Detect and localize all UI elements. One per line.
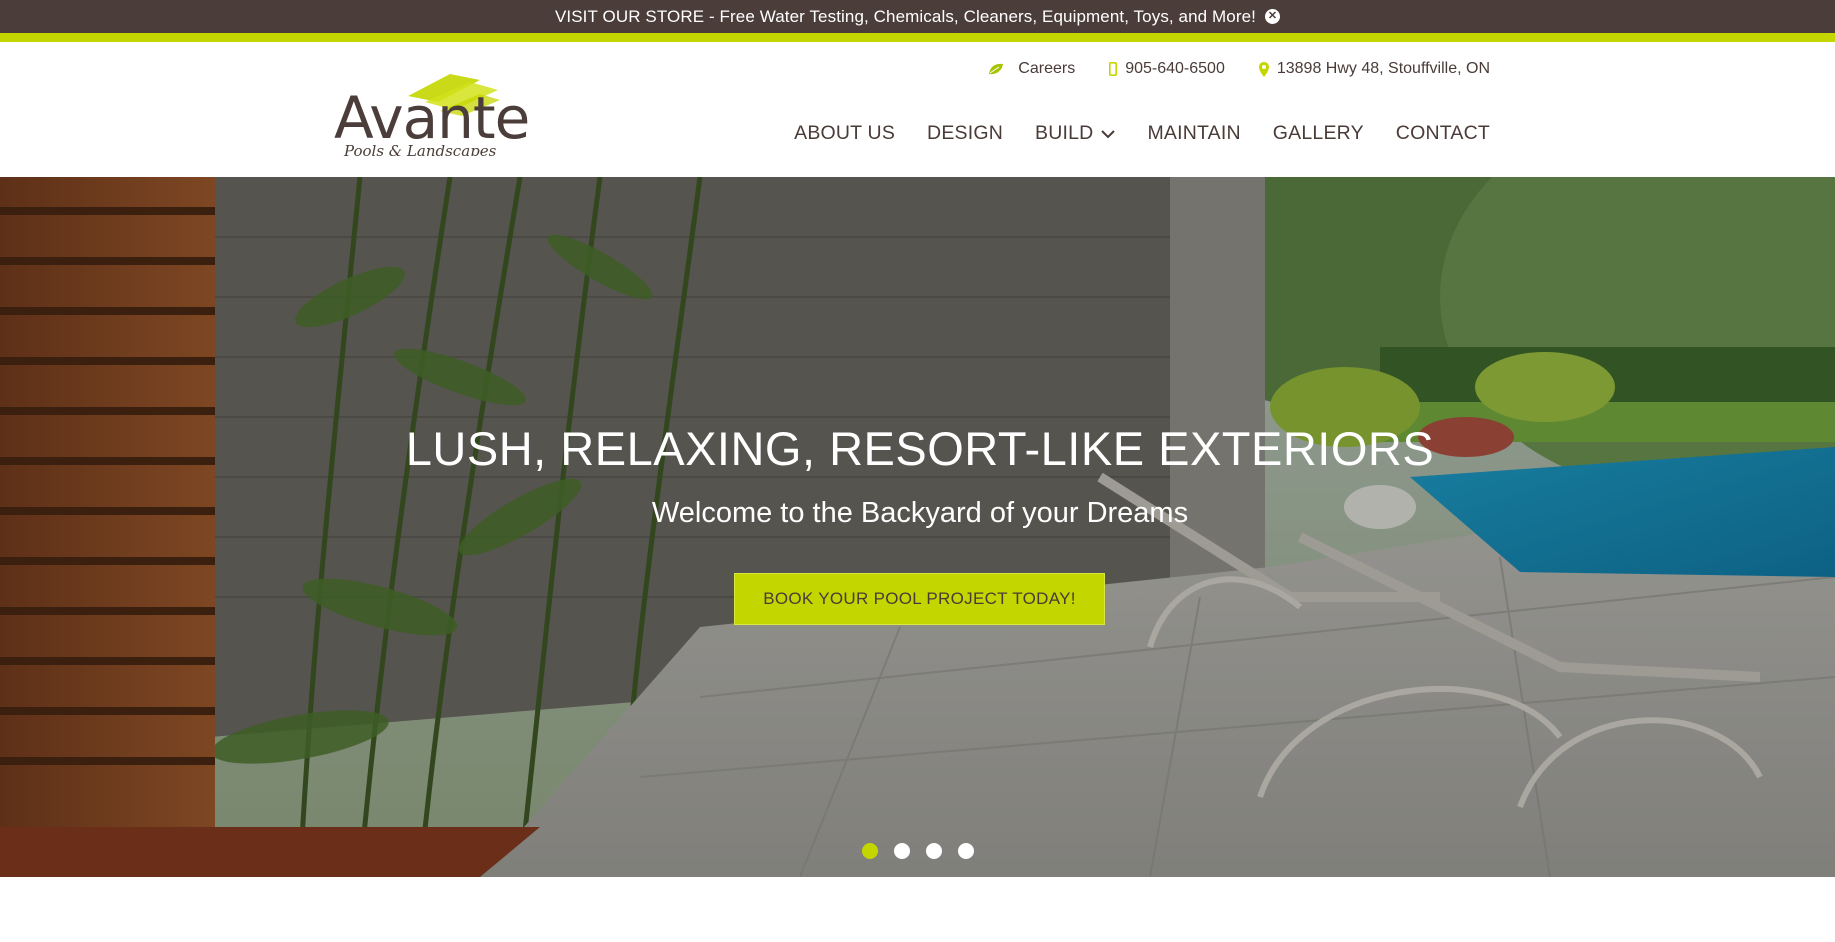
nav-gallery-label: GALLERY bbox=[1272, 122, 1364, 144]
close-circle-icon[interactable]: ✕ bbox=[1265, 9, 1281, 24]
address-text: 13898 Hwy 48, Stouffville, ON bbox=[1276, 60, 1490, 77]
site-header: Avante Pools & Landscapes Careers 905-64… bbox=[0, 42, 1835, 177]
address-link[interactable]: 13898 Hwy 48, Stouffville, ON bbox=[1258, 60, 1490, 78]
slider-dot-2[interactable] bbox=[894, 843, 910, 859]
slider-pagination bbox=[862, 843, 974, 859]
nav-maintain-label: MAINTAIN bbox=[1147, 122, 1241, 144]
hero-title: LUSH, RELAXING, RESORT-LIKE EXTERIORS bbox=[405, 422, 1435, 475]
slider-dot-4[interactable] bbox=[958, 843, 974, 859]
nav-design-label: DESIGN bbox=[927, 122, 1004, 144]
announcement-bar: VISIT OUR STORE - Free Water Testing, Ch… bbox=[0, 0, 1835, 33]
announcement-text: VISIT OUR STORE - Free Water Testing, Ch… bbox=[554, 6, 1257, 26]
hero-slider: LUSH, RELAXING, RESORT-LIKE EXTERIORS We… bbox=[0, 177, 1835, 877]
careers-link[interactable]: Careers bbox=[988, 60, 1075, 78]
nav-gallery[interactable]: GALLERY bbox=[1273, 122, 1364, 145]
accent-divider bbox=[0, 33, 1835, 42]
chevron-down-icon bbox=[1101, 122, 1116, 145]
nav-maintain[interactable]: MAINTAIN bbox=[1147, 122, 1240, 145]
slider-dot-3[interactable] bbox=[926, 843, 942, 859]
mobile-phone-icon bbox=[1109, 62, 1118, 76]
hero-subtitle: Welcome to the Backyard of your Dreams bbox=[651, 497, 1189, 529]
book-project-button[interactable]: BOOK YOUR POOL PROJECT TODAY! bbox=[734, 573, 1105, 625]
nav-build[interactable]: BUILD bbox=[1035, 122, 1116, 145]
map-pin-icon bbox=[1258, 61, 1269, 77]
leaf-icon bbox=[988, 63, 1004, 75]
slider-dot-1[interactable] bbox=[862, 843, 878, 859]
nav-contact[interactable]: CONTACT bbox=[1396, 122, 1490, 145]
phone-number: 905-640-6500 bbox=[1125, 60, 1225, 77]
brand-logo[interactable]: Avante Pools & Landscapes bbox=[330, 56, 550, 160]
phone-link[interactable]: 905-640-6500 bbox=[1109, 60, 1225, 78]
nav-contact-label: CONTACT bbox=[1395, 122, 1490, 144]
nav-design[interactable]: DESIGN bbox=[927, 122, 1003, 145]
contact-bar: Careers 905-640-6500 13898 Hwy 48, Stouf… bbox=[988, 60, 1490, 78]
main-nav: ABOUT US DESIGN BUILD MAINTAIN GALLERY C… bbox=[794, 122, 1490, 145]
nav-build-label: BUILD bbox=[1035, 122, 1094, 144]
nav-about[interactable]: ABOUT US bbox=[794, 122, 895, 145]
nav-about-label: ABOUT US bbox=[794, 122, 896, 144]
svg-text:Pools & Landscapes: Pools & Landscapes bbox=[343, 142, 497, 156]
careers-label: Careers bbox=[1018, 60, 1076, 77]
